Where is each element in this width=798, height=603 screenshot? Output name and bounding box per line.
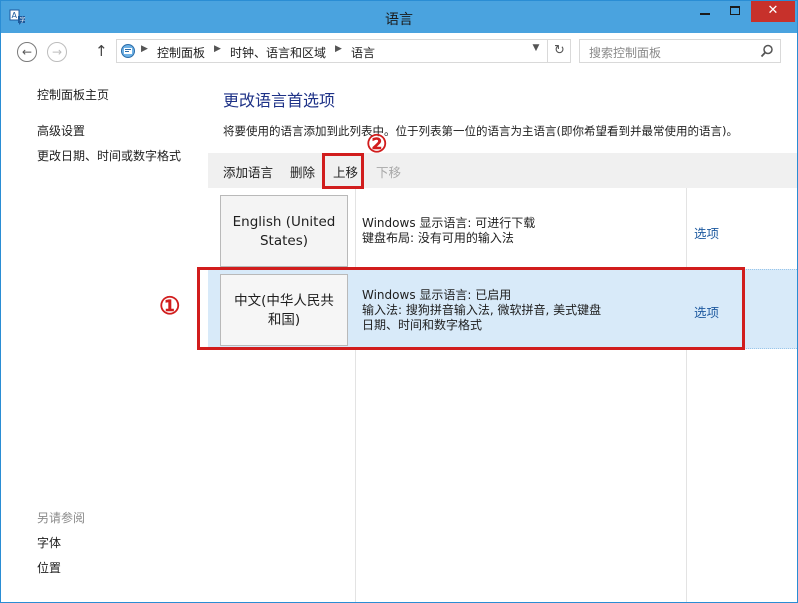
language-window: A 字 语言 ✕ ← → ↑ ▶ 控制面板 ▶ 时钟、语言和区域 ▶ 语言 ▼ bbox=[0, 0, 798, 603]
annotation-step-1: ① bbox=[159, 291, 181, 320]
close-button[interactable]: ✕ bbox=[751, 1, 795, 22]
page-description: 将要使用的语言添加到此列表中。位于列表第一位的语言为主语言(即你希望看到并最常使… bbox=[223, 124, 738, 138]
search-input[interactable]: 搜索控制面板 bbox=[579, 39, 781, 63]
annotation-highlight-row bbox=[197, 267, 745, 350]
breadcrumb-language[interactable]: 语言 bbox=[351, 44, 375, 61]
search-placeholder: 搜索控制面板 bbox=[589, 46, 662, 60]
see-also-label: 另请参阅 bbox=[37, 511, 86, 525]
breadcrumb-separator-icon[interactable]: ▶ bbox=[214, 44, 221, 54]
title-bar: A 字 语言 ✕ bbox=[1, 1, 797, 33]
up-button[interactable]: ↑ bbox=[95, 42, 108, 60]
back-button[interactable]: ← bbox=[17, 42, 37, 62]
sidebar-item-control-panel-home[interactable]: 控制面板主页 bbox=[37, 86, 109, 103]
address-bar[interactable]: ▶ 控制面板 ▶ 时钟、语言和区域 ▶ 语言 ▼ ↻ bbox=[116, 39, 571, 63]
search-icon[interactable] bbox=[760, 44, 774, 58]
breadcrumb-control-panel[interactable]: 控制面板 bbox=[157, 44, 205, 61]
sidebar-item-location[interactable]: 位置 bbox=[37, 559, 61, 576]
annotation-step-2: ② bbox=[366, 129, 388, 158]
language-list: English (United States) Windows 显示语言: 可进… bbox=[208, 188, 797, 602]
language-info: Windows 显示语言: 可进行下载 键盘布局: 没有可用的输入法 bbox=[362, 216, 535, 246]
keyboard-layout-status: 键盘布局: 没有可用的输入法 bbox=[362, 231, 514, 245]
language-name-line2: States) bbox=[259, 233, 309, 249]
language-toolbar: 添加语言 删除 上移 下移 bbox=[208, 153, 797, 188]
breadcrumb-separator-icon[interactable]: ▶ bbox=[335, 44, 342, 54]
breadcrumb-clock-language-region[interactable]: 时钟、语言和区域 bbox=[230, 44, 326, 61]
annotation-highlight-move-up bbox=[322, 153, 364, 189]
language-row-english[interactable]: English (United States) Windows 显示语言: 可进… bbox=[208, 188, 797, 272]
display-language-status: Windows 显示语言: 可进行下载 bbox=[362, 216, 536, 230]
sidebar-item-advanced-settings[interactable]: 高级设置 bbox=[37, 122, 85, 139]
add-language-button[interactable]: 添加语言 bbox=[223, 162, 273, 181]
window-title: 语言 bbox=[385, 12, 413, 28]
move-down-button[interactable]: 下移 bbox=[376, 162, 401, 181]
control-panel-icon bbox=[121, 44, 135, 58]
language-name-line1: English (United bbox=[232, 214, 336, 230]
page-title: 更改语言首选项 bbox=[223, 91, 336, 110]
navigation-bar: ← → ↑ ▶ 控制面板 ▶ 时钟、语言和区域 ▶ 语言 ▼ ↻ 搜索控制面板 bbox=[1, 33, 797, 69]
maximize-button[interactable] bbox=[721, 1, 749, 22]
refresh-button[interactable]: ↻ bbox=[547, 40, 571, 62]
maximize-icon bbox=[730, 5, 740, 15]
minimize-button[interactable] bbox=[691, 1, 719, 22]
forward-button[interactable]: → bbox=[47, 42, 67, 62]
left-pane: 控制面板主页 高级设置 更改日期、时间或数字格式 另请参阅 字体 位置 bbox=[1, 69, 207, 603]
options-link[interactable]: 选项 bbox=[694, 223, 719, 242]
chevron-down-icon[interactable]: ▼ bbox=[529, 43, 543, 53]
remove-button[interactable]: 删除 bbox=[290, 162, 315, 181]
minimize-icon bbox=[700, 12, 710, 15]
sidebar-item-fonts[interactable]: 字体 bbox=[37, 534, 61, 551]
breadcrumb-separator-icon: ▶ bbox=[141, 44, 148, 54]
sidebar-item-change-date-format[interactable]: 更改日期、时间或数字格式 bbox=[37, 147, 181, 164]
language-name-tile[interactable]: English (United States) bbox=[220, 195, 348, 267]
